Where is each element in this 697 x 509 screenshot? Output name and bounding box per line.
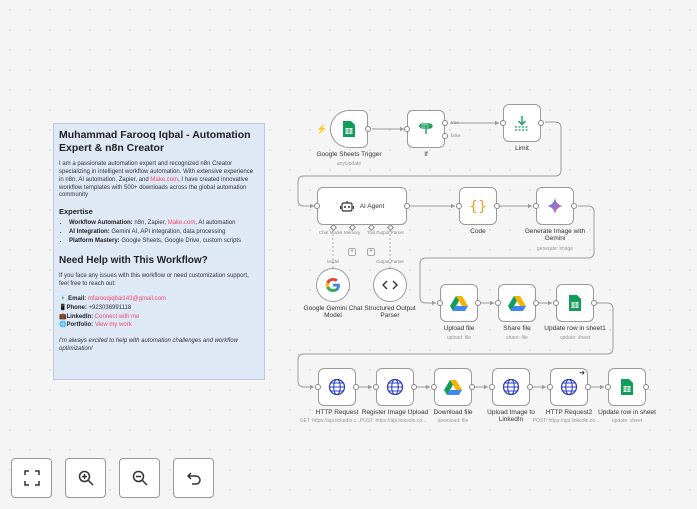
node-label: Update row in sheet [598,409,656,416]
expertise-link[interactable]: Make.com [168,220,196,226]
trigger-bolt-icon: ⚡ [316,124,328,134]
node-label: Limit [515,145,529,152]
node-label: Google Sheets Trigger [316,151,382,158]
node-google-sheets-trigger[interactable] [330,110,371,148]
robot-icon [339,201,354,212]
node-structured-output-parser[interactable] [373,268,407,302]
node-label: Structured Output Parser [364,305,416,320]
sub-port-label: Output Parser [376,259,405,264]
fit-view-icon [23,470,40,486]
agent-port-label: Tool [367,230,376,235]
code-tags-icon [382,280,398,290]
google-sheets-icon [343,121,355,137]
node-subtitle: update: sheet [611,418,643,424]
note-intro: I am a passionate automation expert and … [59,161,254,199]
portfolio-link[interactable]: View my work [95,322,132,328]
google-sheets-icon [569,295,581,311]
node-generate-image-gemini[interactable] [533,187,577,225]
node-download-file[interactable] [431,368,475,406]
node-upload-file[interactable] [437,284,481,322]
note-intro-link[interactable]: Make.com [150,177,178,183]
undo-button[interactable] [173,458,214,498]
node-upload-image-linkedin[interactable] [489,368,533,406]
contact-list: 📧 Email: mfarooqiqbal143@gmail.com 📱Phon… [59,296,259,330]
help-text: If you face any issues with this workflo… [59,273,249,288]
globe-icon [502,378,520,396]
contact-linkedin: 💼LinkedIn: Connect with me [59,313,140,320]
note-title: Muhammad Farooq Iqbal - Automation Exper… [59,129,251,155]
node-label: AI Agent [359,202,385,210]
google-drive-icon [444,380,462,395]
node-update-row-sheet1[interactable] [553,284,597,322]
google-drive-icon [508,296,526,311]
node-share-file[interactable] [495,284,539,322]
zoom-in-button[interactable] [65,458,106,498]
gemini-icon [546,197,564,215]
node-label: Google Gemini Chat Model [303,305,363,320]
google-sheets-icon [621,379,633,395]
zoom-in-icon [78,470,94,486]
contact-email: 📧 Email: mfarooqiqbal143@gmail.com [59,295,166,302]
node-code[interactable]: {} [456,187,500,225]
node-register-image-upload[interactable] [373,368,417,406]
linkedin-link[interactable]: Connect with me [95,314,140,320]
agent-port-label: Chat Model [319,230,343,235]
globe-icon [328,378,346,396]
add-tool-button[interactable]: + [367,248,375,256]
agent-port-label: Memory [344,230,361,235]
node-if[interactable] [404,110,448,148]
node-subtitle: generate: image [536,246,574,252]
arrow-right-icon: ➔ [579,370,585,377]
limit-icon [515,116,529,131]
contact-portfolio: 🌐Portfolio: View my work [59,322,132,329]
node-http-request[interactable] [315,368,359,406]
node-label: Code [470,228,486,235]
help-heading: Need Help with This Workflow? [59,255,208,267]
google-g-icon [325,278,340,292]
note-closing: I'm always excited to help with automati… [59,338,238,352]
add-memory-button[interactable]: + [348,248,356,256]
node-ai-agent[interactable]: AI Agent [314,187,410,225]
email-link[interactable]: mfarooqiqbal143@gmail.com [88,296,166,302]
if-true-label: true [451,120,459,125]
node-subtitle: anyUpdate [336,161,362,167]
undo-icon [186,472,201,485]
sticky-note[interactable]: Muhammad Farooq Iqbal - Automation Exper… [53,123,265,380]
expertise-item: Platform Mastery: Google Sheets, Google … [69,238,259,246]
node-update-row-sheet[interactable] [605,368,649,406]
code-braces-icon: {} [469,199,487,214]
expertise-item: Workflow Automation: n8n, Zapier, Make.c… [69,220,259,228]
if-icon [419,122,433,134]
email-icon: 📧 [59,295,67,302]
node-label: If [424,151,428,158]
node-limit[interactable] [500,104,544,142]
node-label: Update row in sheet1 [544,325,606,332]
globe-icon [560,378,578,396]
zoom-out-button[interactable] [119,458,160,498]
node-http-request2[interactable]: ➔ [547,368,591,406]
zoom-out-icon [132,470,148,486]
node-google-gemini-chat-model[interactable] [316,268,350,302]
sub-port-label: Model [327,259,340,264]
fit-view-button[interactable] [11,458,52,498]
node-subtitle: update: sheet [559,335,591,341]
node-label: Generate Image with Gemini [524,228,586,243]
google-drive-icon [450,296,468,311]
workflow-canvas[interactable]: Muhammad Farooq Iqbal - Automation Exper… [0,0,697,509]
expertise-item: AI Integration: Gemini AI, API integrati… [69,229,259,237]
agent-port-label: Output Parser [376,230,405,235]
expertise-heading: Expertise [59,207,93,217]
expertise-list: Workflow Automation: n8n, Zapier, Make.c… [59,220,259,245]
contact-phone: 📱Phone: +923036991118 [59,304,132,311]
svg-text:{}: {} [469,199,487,214]
if-false-label: false [451,133,461,138]
globe-icon [386,378,404,396]
